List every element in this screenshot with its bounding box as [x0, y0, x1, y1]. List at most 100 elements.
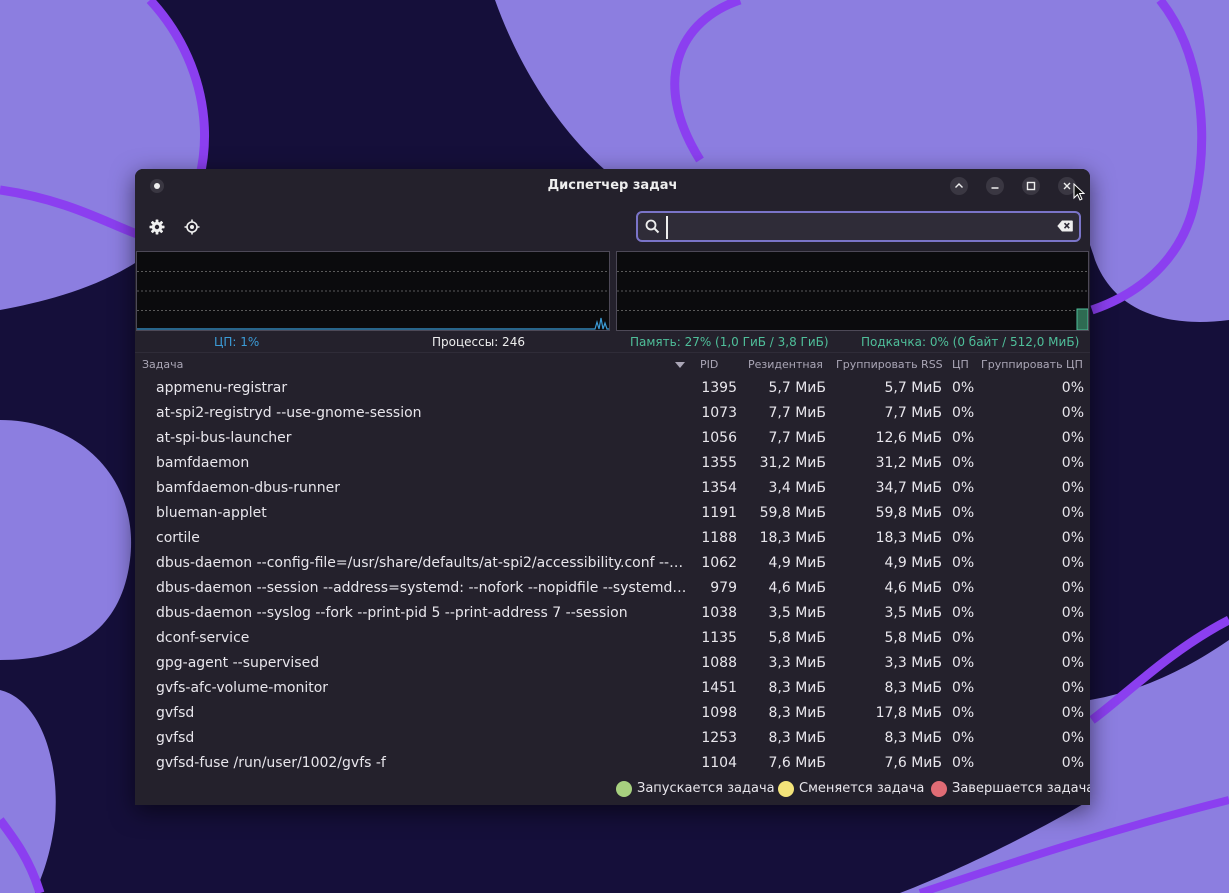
pid-value: 979	[710, 580, 737, 596]
cpu-value: 0%	[952, 630, 975, 646]
pid-value: 1073	[701, 405, 737, 421]
process-count-label: Процессы: 246	[432, 335, 525, 349]
resident-value: 5,8 МиБ	[768, 630, 827, 646]
table-row[interactable]: dconf-service 1135 5,8 МиБ 5,8 МиБ 0% 0%	[135, 626, 1090, 651]
group-rss-value: 8,3 МиБ	[884, 680, 943, 696]
group-rss-value: 5,7 МиБ	[884, 380, 943, 396]
group-rss-value: 3,5 МиБ	[884, 605, 943, 621]
table-row[interactable]: cortile 1188 18,3 МиБ 18,3 МиБ 0% 0%	[135, 526, 1090, 551]
cpu-usage-line	[137, 317, 609, 330]
window-roll-up-button[interactable]	[950, 177, 968, 195]
cpu-value: 0%	[952, 505, 975, 521]
resident-value: 8,3 МиБ	[768, 730, 827, 746]
table-row[interactable]: at-spi2-registryd --use-gnome-session 107…	[135, 401, 1090, 426]
resident-value: 3,5 МиБ	[768, 605, 827, 621]
resident-value: 5,7 МиБ	[768, 380, 827, 396]
pid-value: 1038	[701, 605, 737, 621]
group-rss-value: 7,7 МиБ	[884, 405, 943, 421]
table-row[interactable]: appmenu-registrar 1395 5,7 МиБ 5,7 МиБ 0% 0%	[135, 376, 1090, 401]
cpu-value: 0%	[952, 455, 975, 471]
table-row[interactable]: bamfdaemon-dbus-runner 1354 3,4 МиБ 34,7 Ми…	[135, 476, 1090, 501]
group-rss-value: 59,8 МиБ	[875, 505, 942, 521]
minimize-button[interactable]	[986, 177, 1004, 195]
maximize-button[interactable]	[1022, 177, 1040, 195]
cpu-usage-label: ЦП: 1%	[214, 335, 260, 349]
task-name: appmenu-registrar	[156, 380, 288, 396]
settings-button[interactable]	[148, 218, 166, 236]
group-cpu-value: 0%	[1061, 630, 1084, 646]
group-rss-value: 7,6 МиБ	[884, 755, 943, 771]
group-cpu-value: 0%	[1061, 730, 1084, 746]
task-name: gvfs-afc-volume-monitor	[156, 680, 329, 696]
group-rss-value: 12,6 МиБ	[875, 430, 942, 446]
resident-value: 7,7 МиБ	[768, 430, 827, 446]
cpu-graph	[136, 251, 610, 331]
table-row[interactable]: gvfsd 1098 8,3 МиБ 17,8 МиБ 0% 0%	[135, 701, 1090, 726]
memory-usage-label: Память: 27% (1,0 ГиБ / 3,8 ГиБ)	[630, 335, 829, 349]
task-name: bamfdaemon	[156, 455, 250, 471]
minimize-icon	[991, 187, 999, 189]
legend-changing: Сменяется задача	[778, 779, 924, 799]
cpu-value: 0%	[952, 755, 975, 771]
table-row[interactable]: dbus-daemon --session --address=systemd:…	[135, 576, 1090, 601]
group-cpu-value: 0%	[1061, 505, 1084, 521]
settings-gear-icon	[149, 219, 165, 235]
group-cpu-value: 0%	[1061, 580, 1084, 596]
resident-value: 18,3 МиБ	[759, 530, 826, 546]
pid-value: 1191	[701, 505, 737, 521]
group-rss-value: 34,7 МиБ	[875, 480, 942, 496]
maximize-icon	[1026, 181, 1036, 191]
target-crosshair-icon	[184, 219, 200, 235]
ending-color-dot	[931, 781, 947, 797]
table-row[interactable]: gvfsd 1253 8,3 МиБ 8,3 МиБ 0% 0%	[135, 726, 1090, 751]
group-rss-value: 18,3 МиБ	[875, 530, 942, 546]
pid-value: 1188	[701, 530, 737, 546]
swap-usage-label: Подкачка: 0% (0 байт / 512,0 МиБ)	[861, 335, 1080, 349]
table-row[interactable]: gpg-agent --supervised 1088 3,3 МиБ 3,3 МиБ…	[135, 651, 1090, 676]
table-row[interactable]: blueman-applet 1191 59,8 МиБ 59,8 МиБ 0% 0%	[135, 501, 1090, 526]
clear-text-icon[interactable]	[1057, 220, 1073, 232]
column-header-group-cpu[interactable]: Группировать ЦП	[981, 358, 1083, 371]
resident-value: 3,4 МиБ	[768, 480, 827, 496]
changing-color-dot	[778, 781, 794, 797]
resident-value: 4,9 МиБ	[768, 555, 827, 571]
group-cpu-value: 0%	[1061, 455, 1084, 471]
task-name: dbus-daemon --config-file=/usr/share/def…	[156, 555, 688, 571]
cpu-value: 0%	[952, 380, 975, 396]
starting-color-dot	[616, 781, 632, 797]
cpu-value: 0%	[952, 655, 975, 671]
cpu-value: 0%	[952, 580, 975, 596]
group-rss-value: 4,6 МиБ	[884, 580, 943, 596]
column-header-pid[interactable]: PID	[700, 358, 718, 371]
column-header-cpu[interactable]: ЦП	[952, 358, 969, 371]
cpu-value: 0%	[952, 555, 975, 571]
task-name: gvfsd-fuse /run/user/1002/gvfs -f	[156, 755, 386, 771]
task-name: at-spi-bus-launcher	[156, 430, 292, 446]
table-row[interactable]: bamfdaemon 1355 31,2 МиБ 31,2 МиБ 0% 0%	[135, 451, 1090, 476]
column-header-resident[interactable]: Резидентная	[748, 358, 823, 371]
table-row[interactable]: at-spi-bus-launcher 1056 7,7 МиБ 12,6 МиБ 0%…	[135, 426, 1090, 451]
search-input[interactable]	[666, 216, 1052, 239]
close-icon	[1063, 182, 1071, 190]
group-cpu-value: 0%	[1061, 480, 1084, 496]
table-row[interactable]: gvfs-afc-volume-monitor 1451 8,3 МиБ 8,3 Ми…	[135, 676, 1090, 701]
search-box[interactable]	[636, 211, 1081, 242]
task-manager-window: Диспетчер задач ЦП: 1% Процессы: 246 Пам…	[135, 169, 1090, 805]
group-cpu-value: 0%	[1061, 680, 1084, 696]
select-window-button[interactable]	[183, 218, 201, 236]
group-cpu-value: 0%	[1061, 555, 1084, 571]
table-row[interactable]: gvfsd-fuse /run/user/1002/gvfs -f 1104 7,6…	[135, 751, 1090, 776]
table-row[interactable]: dbus-daemon --syslog --fork --print-pid …	[135, 601, 1090, 626]
task-name: at-spi2-registryd --use-gnome-session	[156, 405, 422, 421]
table-row[interactable]: dbus-daemon --config-file=/usr/share/def…	[135, 551, 1090, 576]
title-bar[interactable]: Диспетчер задач	[135, 169, 1090, 203]
task-name: blueman-applet	[156, 505, 267, 521]
sort-descending-icon[interactable]	[675, 362, 685, 368]
column-header-task[interactable]: Задача	[142, 358, 183, 371]
task-name: dconf-service	[156, 630, 250, 646]
task-name: gpg-agent --supervised	[156, 655, 320, 671]
cpu-value: 0%	[952, 730, 975, 746]
legend-starting: Запускается задача	[616, 779, 775, 799]
memory-usage-area	[1076, 308, 1088, 330]
column-header-group-rss[interactable]: Группировать RSS	[836, 358, 943, 371]
